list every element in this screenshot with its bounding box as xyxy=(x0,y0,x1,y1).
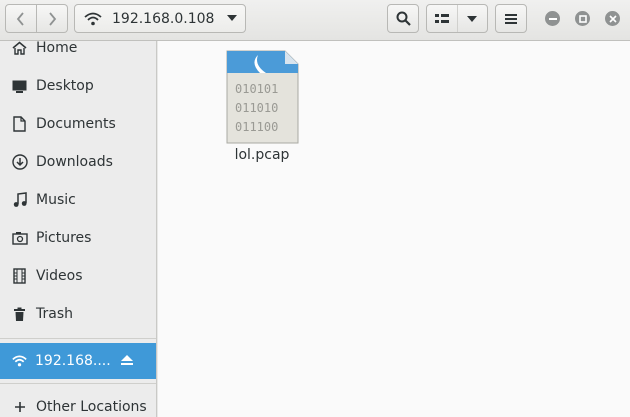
close-icon xyxy=(608,14,617,23)
sidebar-item-trash[interactable]: Trash xyxy=(0,295,156,333)
triangle-down-icon xyxy=(467,15,478,22)
search-button[interactable] xyxy=(387,4,419,33)
view-options-dropdown[interactable] xyxy=(456,5,487,32)
sidebar-item-music[interactable]: Music xyxy=(0,181,156,219)
sidebar-divider xyxy=(0,338,156,339)
view-mode-button[interactable] xyxy=(426,4,488,33)
sidebar-item-label: Music xyxy=(36,192,76,208)
sidebar-item-label: Trash xyxy=(36,306,73,322)
sidebar-item-label: Desktop xyxy=(36,78,94,94)
eject-button[interactable] xyxy=(120,354,134,370)
chevron-right-icon xyxy=(49,11,57,26)
camera-icon xyxy=(11,230,28,247)
maximize-icon xyxy=(578,14,587,23)
sidebar-item-documents[interactable]: Documents xyxy=(0,105,156,143)
sidebar-item-downloads[interactable]: Downloads xyxy=(0,143,156,181)
sidebar-item-network[interactable]: 192.168.... xyxy=(0,343,156,379)
desktop-icon xyxy=(11,78,28,95)
maximize-button[interactable] xyxy=(575,11,590,26)
close-button[interactable] xyxy=(605,11,620,26)
hamburger-menu-icon xyxy=(505,13,517,24)
wifi-icon xyxy=(11,353,28,370)
menu-button[interactable] xyxy=(495,4,527,33)
search-icon xyxy=(396,11,411,26)
wifi-icon xyxy=(84,12,102,25)
list-view-icon xyxy=(434,13,449,23)
chevron-left-icon xyxy=(16,11,24,26)
trash-icon xyxy=(11,306,28,323)
sidebar-item-desktop[interactable]: Desktop xyxy=(0,67,156,105)
sidebar-item-label: Documents xyxy=(36,116,116,132)
minimize-button[interactable] xyxy=(545,11,560,26)
music-note-icon xyxy=(11,192,28,209)
sidebar-item-home[interactable]: Home xyxy=(0,29,156,67)
download-icon xyxy=(11,154,28,171)
sidebar-item-label: Downloads xyxy=(36,154,113,170)
eject-icon xyxy=(121,355,133,365)
sidebar-item-videos[interactable]: Videos xyxy=(0,257,156,295)
sidebar-item-other-locations[interactable]: Other Locations xyxy=(0,388,156,417)
plus-icon xyxy=(11,399,28,416)
list-view-toggle[interactable] xyxy=(427,5,457,32)
sidebar: Home Desktop Documents Downloads Music P… xyxy=(0,40,157,417)
sidebar-item-label: Videos xyxy=(36,268,83,284)
binary-file-icon: 010101 011010 011100 xyxy=(226,50,299,144)
file-name: lol.pcap xyxy=(234,147,290,163)
sidebar-item-label: Pictures xyxy=(36,230,92,246)
location-label: 192.168.0.108 xyxy=(112,10,215,27)
film-icon xyxy=(11,268,28,285)
home-icon xyxy=(11,40,28,57)
file-item[interactable]: 010101 011010 011100 lol.pcap xyxy=(224,49,300,163)
document-icon xyxy=(11,116,28,133)
binary-line: 010101 xyxy=(235,82,278,96)
sidebar-divider xyxy=(0,383,156,384)
sidebar-item-label: Home xyxy=(36,40,78,56)
binary-line: 011100 xyxy=(235,120,278,134)
sidebar-item-label: 192.168.... xyxy=(35,353,111,369)
sidebar-item-label: Other Locations xyxy=(36,399,147,415)
file-view[interactable]: 010101 011010 011100 lol.pcap xyxy=(158,41,630,417)
sidebar-item-pictures[interactable]: Pictures xyxy=(0,219,156,257)
binary-line: 011010 xyxy=(235,101,278,115)
minimize-icon xyxy=(548,17,557,20)
triangle-down-icon xyxy=(227,15,237,21)
